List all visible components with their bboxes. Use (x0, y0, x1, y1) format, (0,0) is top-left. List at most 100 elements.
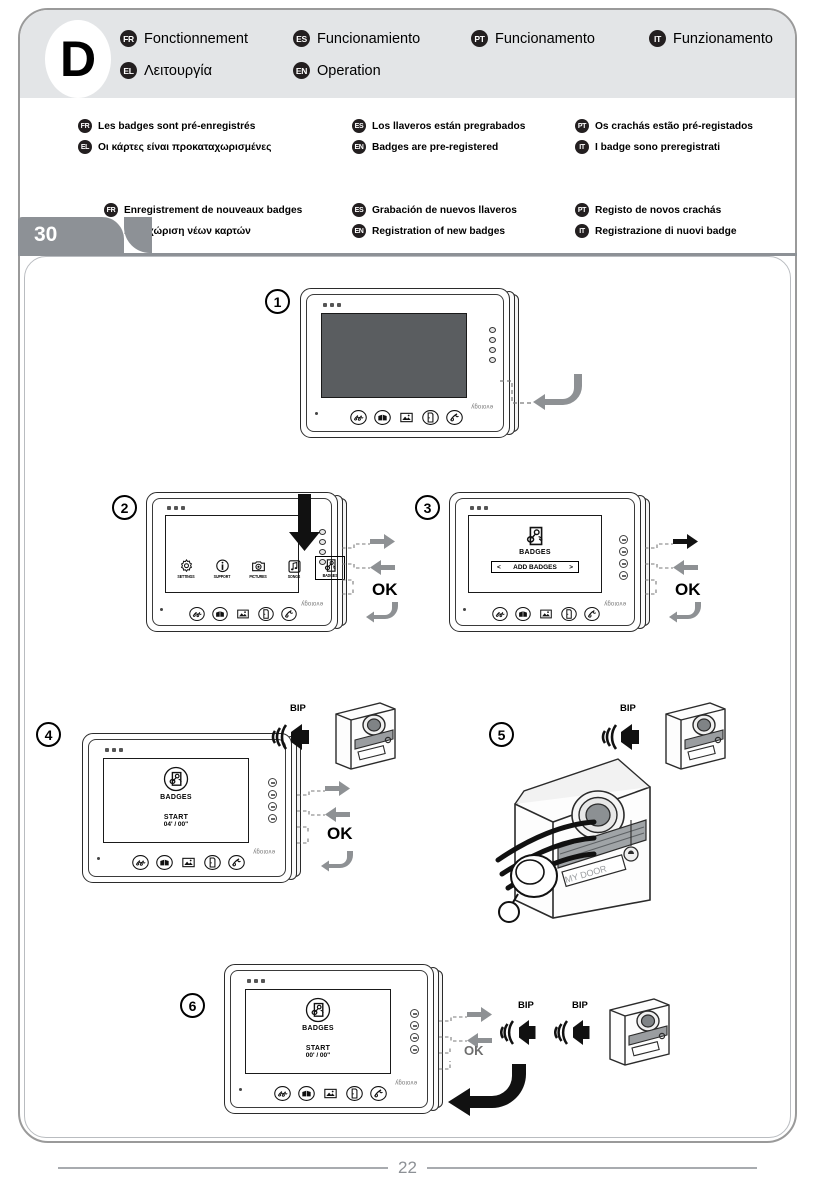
speaker-icon (554, 1020, 590, 1045)
monitor-osd-buttons[interactable] (410, 1009, 419, 1054)
left-arrow-icon (325, 807, 350, 822)
gate-icon[interactable] (515, 607, 531, 621)
hw-button-back[interactable] (319, 559, 326, 565)
prev-arrow-icon[interactable]: < (497, 564, 501, 571)
step6-bip-label-2: BIP (572, 1000, 588, 1011)
monitor-screen-menu: SETTINGS SUPPORT PICTURES SONGS BADGES (165, 515, 345, 593)
osd-button-back[interactable] (410, 1045, 419, 1054)
sub-b-label-it: Registrazione di nuovi badge (595, 225, 737, 237)
intercom-icon[interactable] (492, 607, 508, 621)
start-label: START (305, 1045, 331, 1052)
monitor-body: BADGES START 04' / 00" evology (82, 733, 292, 883)
osd-button-ok[interactable] (410, 1033, 419, 1042)
door-icon[interactable] (421, 410, 439, 425)
image-icon[interactable] (180, 855, 197, 870)
osd-button-next[interactable] (410, 1009, 419, 1018)
image-icon[interactable] (235, 607, 251, 621)
gate-icon[interactable] (155, 855, 173, 870)
add-badges-button[interactable]: < ADD BADGES > (491, 561, 579, 573)
lang-chip-fr: FR (104, 203, 118, 217)
phone-icon[interactable] (445, 410, 463, 425)
subtitle-a-col2: ES Los llaveros están pregrabados EN Bad… (352, 119, 525, 161)
gate-icon[interactable] (212, 607, 228, 621)
phone-icon[interactable] (369, 1086, 387, 1101)
image-icon[interactable] (538, 607, 554, 621)
brand-logo: evology (300, 600, 323, 606)
header-lang-en: EN Operation (293, 62, 381, 79)
door-icon[interactable] (258, 607, 274, 621)
image-icon[interactable] (398, 410, 415, 425)
door-icon[interactable] (345, 1086, 363, 1101)
step1-back-callout (500, 374, 582, 410)
gate-icon[interactable] (297, 1086, 315, 1101)
sub-a-label-en: Badges are pre-registered (372, 141, 499, 153)
footer-page-number: 22 (398, 1158, 417, 1177)
monitor-mic-dot (97, 857, 100, 860)
monitor-touch-bar[interactable] (341, 410, 471, 425)
osd-button-ok[interactable] (268, 802, 277, 811)
lang-chip-pt: PT (575, 203, 589, 217)
monitor-touch-bar[interactable] (265, 1086, 395, 1101)
osd-button-back[interactable] (268, 814, 277, 823)
step-number-3: 3 (415, 495, 440, 520)
back-arrow-icon (533, 374, 582, 410)
next-arrow-icon[interactable]: > (569, 564, 573, 571)
osd-button-prev[interactable] (619, 547, 628, 556)
osd-button-next[interactable] (619, 535, 628, 544)
gate-icon[interactable] (373, 410, 391, 425)
monitor-touch-bar[interactable] (484, 607, 608, 621)
osd-button-prev[interactable] (268, 790, 277, 799)
sub-a-label-pt: Os crachás estão pré-registados (595, 120, 753, 132)
header-row-2: EL Λειτουργία EN Operation (120, 62, 389, 79)
door-icon[interactable] (561, 607, 577, 621)
sub-a-label-es: Los llaveros están pregrabados (372, 120, 526, 132)
led-indicator (254, 979, 258, 983)
door-icon[interactable] (203, 855, 221, 870)
lang-chip-it: IT (649, 30, 666, 47)
monitor-touch-bar[interactable] (123, 855, 253, 870)
monitor-step1: evology (300, 288, 519, 438)
lang-chip-es: ES (352, 203, 366, 217)
led-indicator (112, 748, 116, 752)
hw-button-up[interactable] (489, 327, 496, 333)
hw-button-ok[interactable] (489, 347, 496, 353)
osd-button-next[interactable] (268, 778, 277, 787)
led-indicator (477, 506, 481, 510)
hw-button-back[interactable] (489, 357, 496, 363)
monitor-step6: BADGES START 00' / 00" evology (224, 964, 443, 1114)
osd-button-prev[interactable] (410, 1021, 419, 1030)
menu-item-pictures[interactable]: PICTURES (244, 559, 272, 579)
phone-icon[interactable] (227, 855, 245, 870)
image-icon[interactable] (322, 1086, 339, 1101)
sub-a-en: EN Badges are pre-registered (352, 140, 525, 154)
lang-chip-el: EL (78, 140, 92, 154)
speaker-icon (271, 724, 309, 750)
menu-item-support[interactable]: SUPPORT (208, 559, 236, 579)
intercom-icon[interactable] (189, 607, 205, 621)
monitor-hw-buttons[interactable] (489, 327, 496, 363)
menu-item-songs[interactable]: SONGS (280, 559, 308, 579)
camera-icon (251, 561, 265, 572)
lang-chip-it: IT (575, 140, 589, 154)
sub-a-label-it: I badge sono preregistrati (595, 141, 721, 153)
monitor-mic-dot (315, 412, 318, 415)
monitor-mic-dot (160, 608, 163, 611)
led-indicator (470, 506, 474, 510)
monitor-osd-buttons[interactable] (619, 535, 628, 580)
menu-item-settings[interactable]: SETTINGS (172, 559, 200, 579)
door-station-badge-scene: MY DOOR (495, 758, 651, 923)
intercom-icon[interactable] (273, 1086, 291, 1101)
osd-button-back[interactable] (619, 571, 628, 580)
led-indicator (337, 303, 341, 307)
monitor-osd-buttons[interactable] (268, 778, 277, 823)
osd-button-ok[interactable] (619, 559, 628, 568)
intercom-icon[interactable] (131, 855, 149, 870)
door-station-icon (609, 998, 670, 1066)
phone-icon[interactable] (584, 607, 600, 621)
intercom-icon[interactable] (349, 410, 367, 425)
phone-icon[interactable] (281, 607, 297, 621)
monitor-touch-bar[interactable] (181, 607, 305, 621)
subtitle-a-col1: FR Les badges sont pré-enregistrés EL Οι… (78, 119, 271, 161)
menu-label-badges: BADGES (322, 573, 338, 579)
hw-button-down[interactable] (489, 337, 496, 343)
